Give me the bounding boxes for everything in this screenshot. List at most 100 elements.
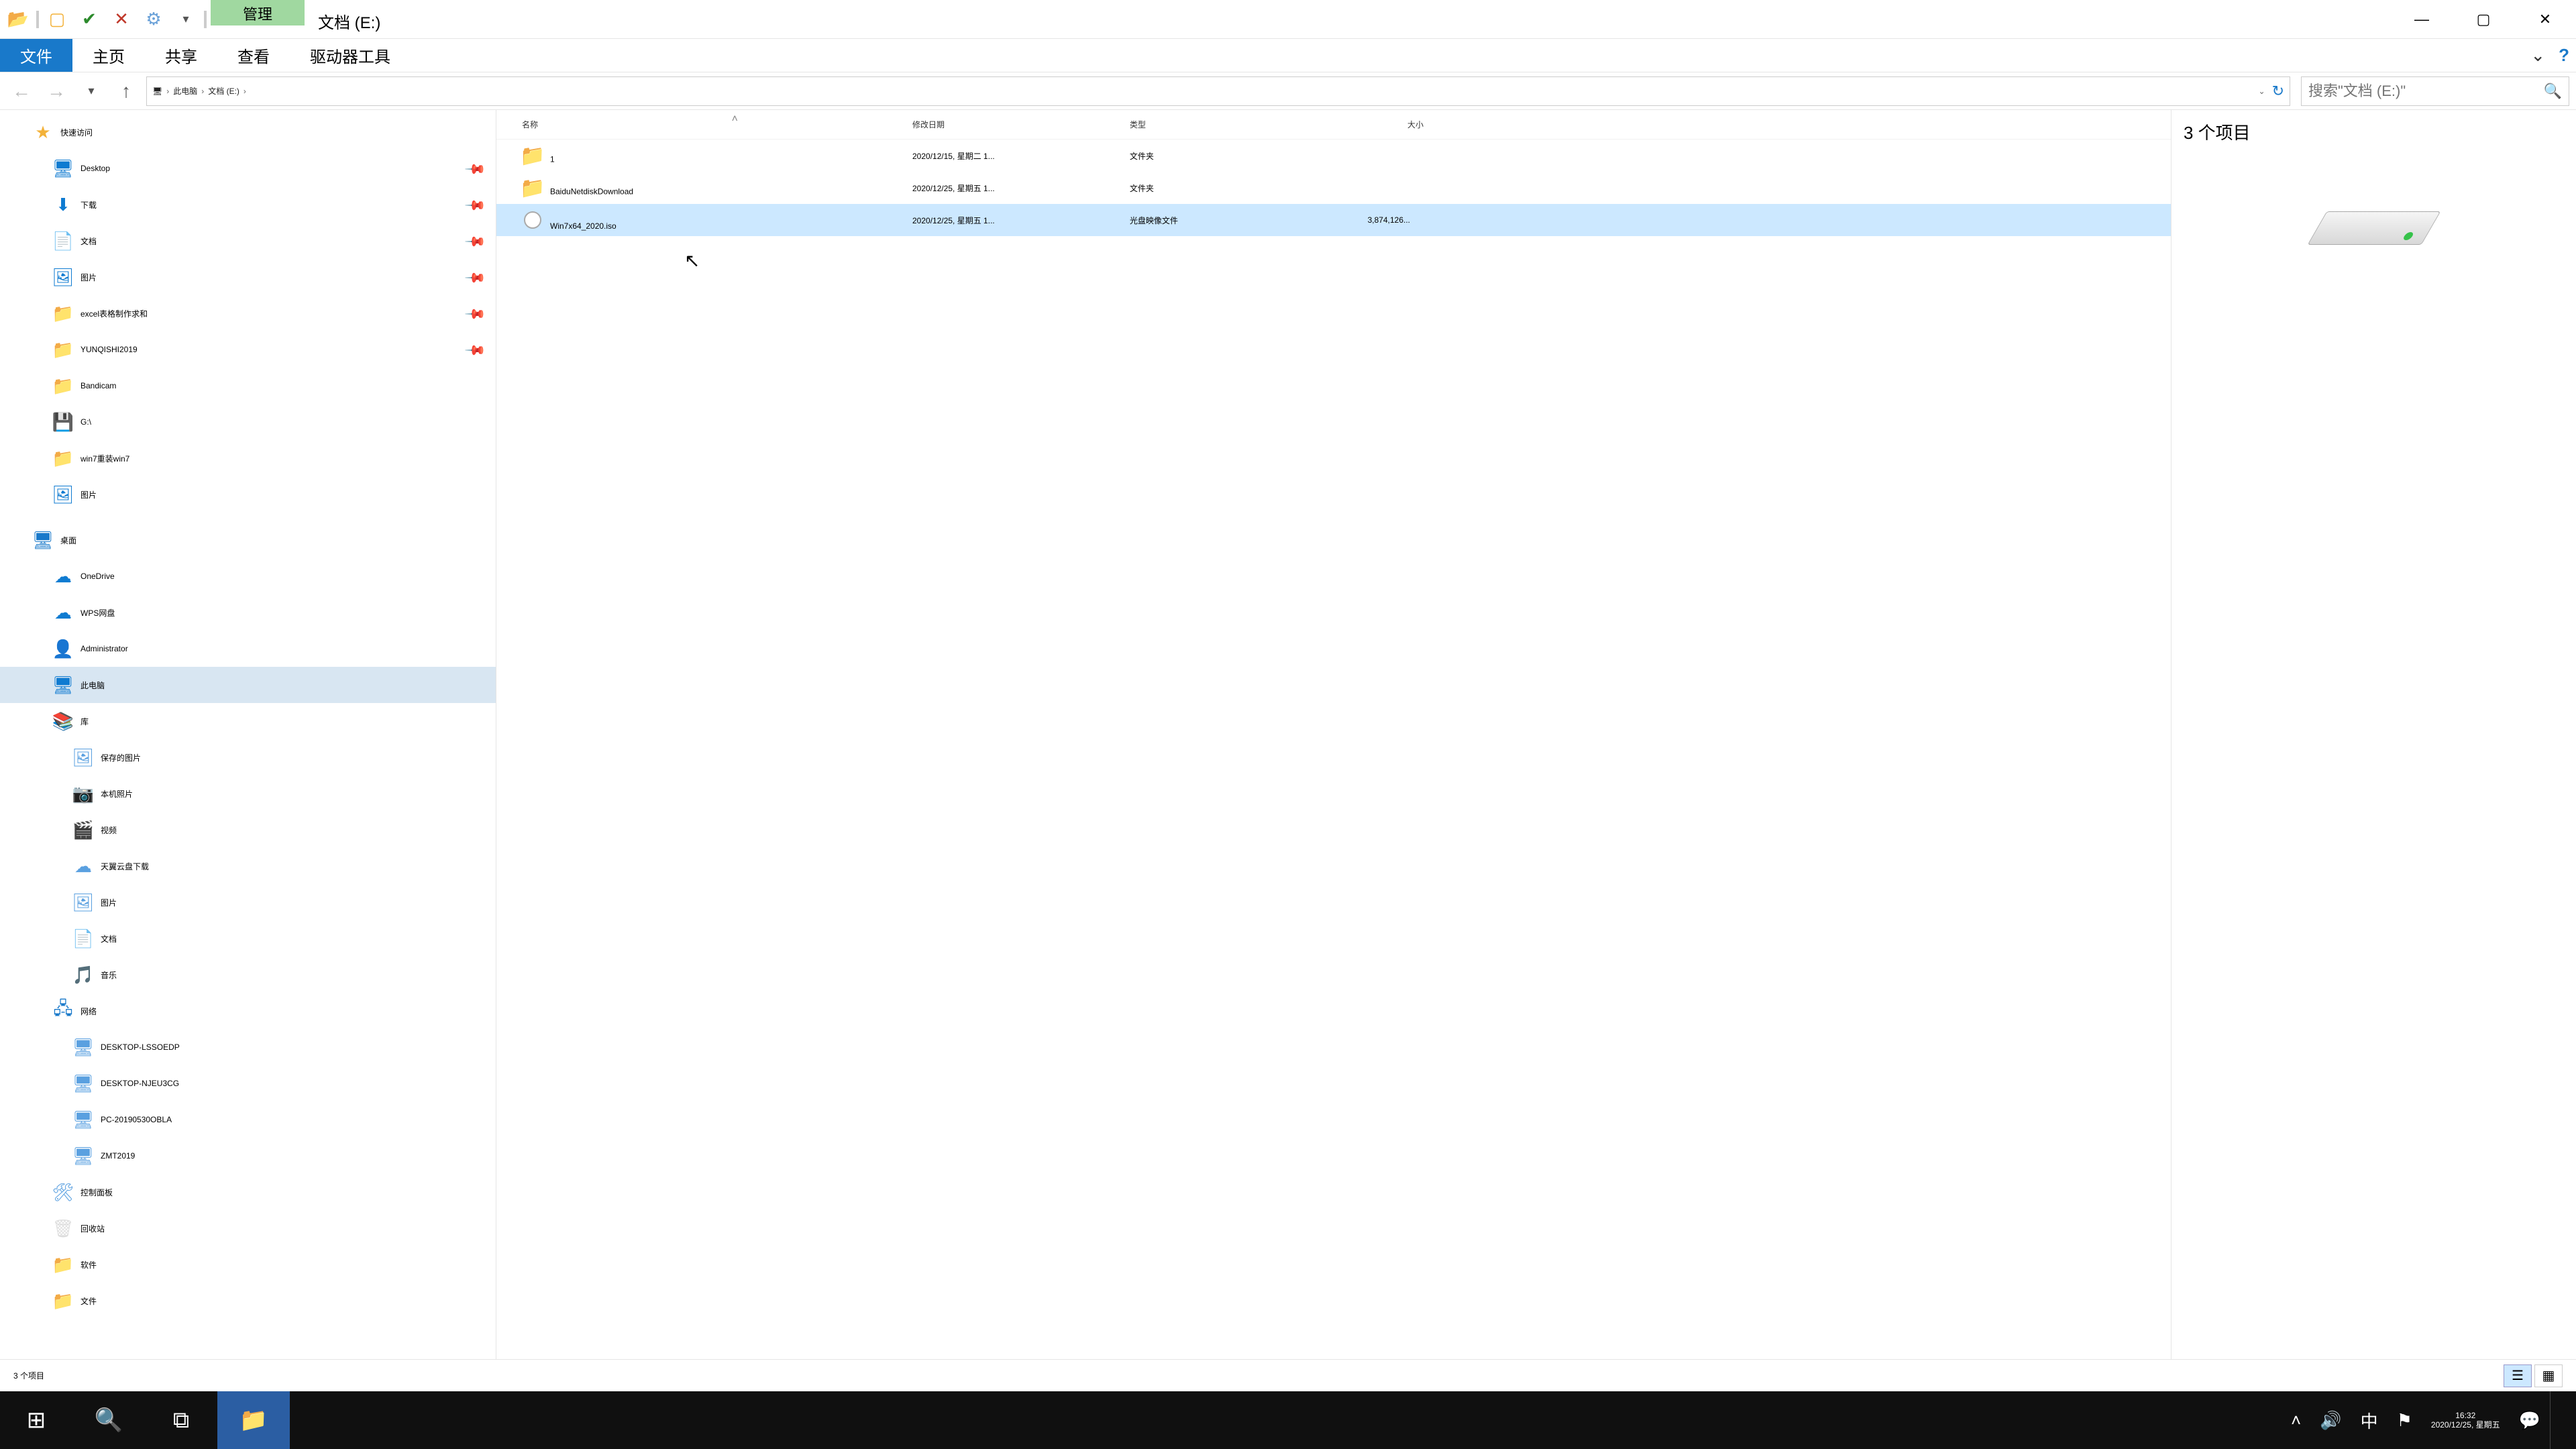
qat-dropdown-icon[interactable]: ▾ bbox=[172, 5, 200, 34]
view-details-button[interactable]: ☰ bbox=[2504, 1364, 2532, 1387]
item-icon: ☁ bbox=[72, 855, 94, 877]
col-name[interactable]: 名称 ˄ bbox=[522, 119, 912, 130]
nav-library-item[interactable]: 📄文档 bbox=[0, 920, 496, 957]
nav-library-item[interactable]: 🖼图片 bbox=[0, 884, 496, 920]
nav-library-item[interactable]: ☁天翼云盘下载 bbox=[0, 848, 496, 884]
properties-icon[interactable]: ▢ bbox=[43, 5, 71, 34]
view-large-button[interactable]: ▦ bbox=[2534, 1364, 2563, 1387]
recycle-icon: 🗑 bbox=[52, 1218, 74, 1239]
help-icon[interactable]: ? bbox=[2559, 45, 2569, 66]
nav-files[interactable]: 📁 文件 bbox=[0, 1283, 496, 1319]
nav-library-item[interactable]: 🖼保存的图片 bbox=[0, 739, 496, 775]
search-taskbar-button[interactable]: 🔍 bbox=[72, 1391, 145, 1449]
iso-file-icon bbox=[522, 209, 543, 231]
item-icon: 🖼 bbox=[72, 747, 94, 768]
nav-network-item[interactable]: 🖥DESKTOP-LSSOEDP bbox=[0, 1029, 496, 1065]
task-view-button[interactable]: ⧉ bbox=[145, 1391, 217, 1449]
maximize-button[interactable]: ▢ bbox=[2453, 0, 2514, 38]
tray-clock[interactable]: 16:32 2020/12/25, 星期五 bbox=[2422, 1391, 2510, 1449]
address-dropdown-icon[interactable]: ⌄ bbox=[2259, 87, 2265, 96]
nav-quick-access[interactable]: ★ 快速访问 bbox=[0, 114, 496, 150]
ribbon-tab-view[interactable]: 查看 bbox=[217, 39, 290, 72]
item-icon: 🖥 bbox=[52, 158, 74, 179]
nav-library-item[interactable]: 🎵音乐 bbox=[0, 957, 496, 993]
nav-network-item[interactable]: 🖥PC-20190530OBLA bbox=[0, 1102, 496, 1138]
search-box[interactable]: 🔍 bbox=[2301, 76, 2569, 106]
address-bar[interactable]: 🖥 › 此电脑 › 文档 (E:) › ⌄ ↻ bbox=[146, 76, 2290, 106]
back-button[interactable]: ← bbox=[7, 76, 36, 106]
nav-qa-item[interactable]: 📁win7重装win7 bbox=[0, 440, 496, 476]
ribbon-tab-drivetools[interactable]: 驱动器工具 bbox=[290, 39, 411, 72]
nav-recycle-bin[interactable]: 🗑 回收站 bbox=[0, 1210, 496, 1246]
close-button[interactable]: ✕ bbox=[2514, 0, 2576, 38]
col-type[interactable]: 类型 bbox=[1130, 119, 1309, 130]
breadcrumb-root-icon[interactable]: 🖥 bbox=[152, 87, 162, 96]
recent-dropdown[interactable]: ▾ bbox=[76, 76, 106, 106]
file-row[interactable]: 📁12020/12/15, 星期二 1...文件夹 bbox=[496, 140, 2171, 172]
nav-control-panel[interactable]: 🛠 控制面板 bbox=[0, 1174, 496, 1210]
nav-label: excel表格制作求和 bbox=[80, 308, 148, 319]
search-icon[interactable]: 🔍 bbox=[2544, 83, 2562, 100]
up-button[interactable]: ↑ bbox=[111, 76, 141, 106]
tray-ime-icon[interactable]: 中 bbox=[2351, 1391, 2387, 1449]
nav-desktop-item[interactable]: 📚库 bbox=[0, 703, 496, 739]
tray-overflow-icon[interactable]: ˄ bbox=[2282, 1391, 2310, 1449]
action-center-icon[interactable]: 💬 bbox=[2510, 1391, 2550, 1449]
nav-network[interactable]: 🖧 网络 bbox=[0, 993, 496, 1029]
ribbon-expand-icon[interactable]: ⌄ bbox=[2530, 45, 2545, 66]
item-icon: ⬇ bbox=[52, 194, 74, 215]
nav-desktop-item[interactable]: 🖥此电脑 bbox=[0, 667, 496, 703]
nav-label: WPS网盘 bbox=[80, 607, 115, 619]
nav-qa-item[interactable]: ⬇下载📌 bbox=[0, 186, 496, 223]
nav-label: 图片 bbox=[80, 489, 97, 500]
start-button[interactable]: ⊞ bbox=[0, 1391, 72, 1449]
nav-qa-item[interactable]: 🖥Desktop📌 bbox=[0, 150, 496, 186]
breadcrumb-thispc[interactable]: 此电脑 bbox=[173, 85, 197, 97]
forward-button[interactable]: → bbox=[42, 76, 71, 106]
computer-icon: 🖥 bbox=[72, 1109, 94, 1130]
breadcrumb-sep-icon[interactable]: › bbox=[166, 87, 169, 96]
breadcrumb-sep-icon[interactable]: › bbox=[201, 87, 204, 96]
nav-network-item[interactable]: 🖥DESKTOP-NJEU3CG bbox=[0, 1065, 496, 1102]
tray-security-icon[interactable]: ⚑ bbox=[2387, 1391, 2422, 1449]
file-row[interactable]: 📁BaiduNetdiskDownload2020/12/25, 星期五 1..… bbox=[496, 172, 2171, 204]
search-input[interactable] bbox=[2308, 83, 2540, 100]
nav-qa-item[interactable]: 💾G:\ bbox=[0, 404, 496, 440]
nav-desktop-item[interactable]: ☁WPS网盘 bbox=[0, 594, 496, 631]
nav-software[interactable]: 📁 软件 bbox=[0, 1246, 496, 1283]
nav-qa-item[interactable]: 🖼图片📌 bbox=[0, 259, 496, 295]
ribbon-tab-home[interactable]: 主页 bbox=[72, 39, 145, 72]
tray-volume-icon[interactable]: 🔊 bbox=[2310, 1391, 2351, 1449]
ribbon-tab-share[interactable]: 共享 bbox=[145, 39, 217, 72]
minimize-button[interactable]: — bbox=[2391, 0, 2453, 38]
nav-qa-item[interactable]: 📁Bandicam bbox=[0, 368, 496, 404]
qat-check-icon[interactable]: ✔ bbox=[75, 5, 103, 34]
nav-qa-item[interactable]: 📁excel表格制作求和📌 bbox=[0, 295, 496, 331]
col-date[interactable]: 修改日期 bbox=[912, 119, 1130, 130]
col-name-label: 名称 bbox=[522, 120, 538, 129]
col-size[interactable]: 大小 bbox=[1309, 119, 1430, 130]
qat-close-icon[interactable]: ✕ bbox=[107, 5, 136, 34]
nav-qa-item[interactable]: 📄文档📌 bbox=[0, 223, 496, 259]
nav-network-item[interactable]: 🖥ZMT2019 bbox=[0, 1138, 496, 1174]
refresh-icon[interactable]: ↻ bbox=[2272, 83, 2284, 100]
file-size: 3,874,126... bbox=[1309, 215, 1430, 225]
nav-desktop[interactable]: 🖥 桌面 bbox=[0, 522, 496, 558]
breadcrumb-sep-icon[interactable]: › bbox=[244, 87, 246, 96]
nav-desktop-item[interactable]: 👤Administrator bbox=[0, 631, 496, 667]
ribbon-tab-file[interactable]: 文件 bbox=[0, 39, 72, 72]
nav-library-item[interactable]: 🎬视频 bbox=[0, 812, 496, 848]
file-row[interactable]: Win7x64_2020.iso2020/12/25, 星期五 1...光盘映像… bbox=[496, 204, 2171, 236]
file-date: 2020/12/25, 星期五 1... bbox=[912, 215, 1130, 226]
show-desktop-button[interactable] bbox=[2550, 1391, 2569, 1449]
app-icon[interactable]: 📂 bbox=[4, 5, 32, 34]
nav-desktop-item[interactable]: ☁OneDrive bbox=[0, 558, 496, 594]
control-panel-icon: 🛠 bbox=[52, 1181, 74, 1203]
nav-label: 本机照片 bbox=[101, 788, 133, 800]
nav-library-item[interactable]: 📷本机照片 bbox=[0, 775, 496, 812]
nav-qa-item[interactable]: 📁YUNQISHI2019📌 bbox=[0, 331, 496, 368]
qat-gear-icon[interactable]: ⚙ bbox=[140, 5, 168, 34]
nav-qa-item[interactable]: 🖼图片 bbox=[0, 476, 496, 513]
breadcrumb-current[interactable]: 文档 (E:) bbox=[208, 85, 239, 97]
taskbar-explorer[interactable]: 📁 bbox=[217, 1391, 290, 1449]
